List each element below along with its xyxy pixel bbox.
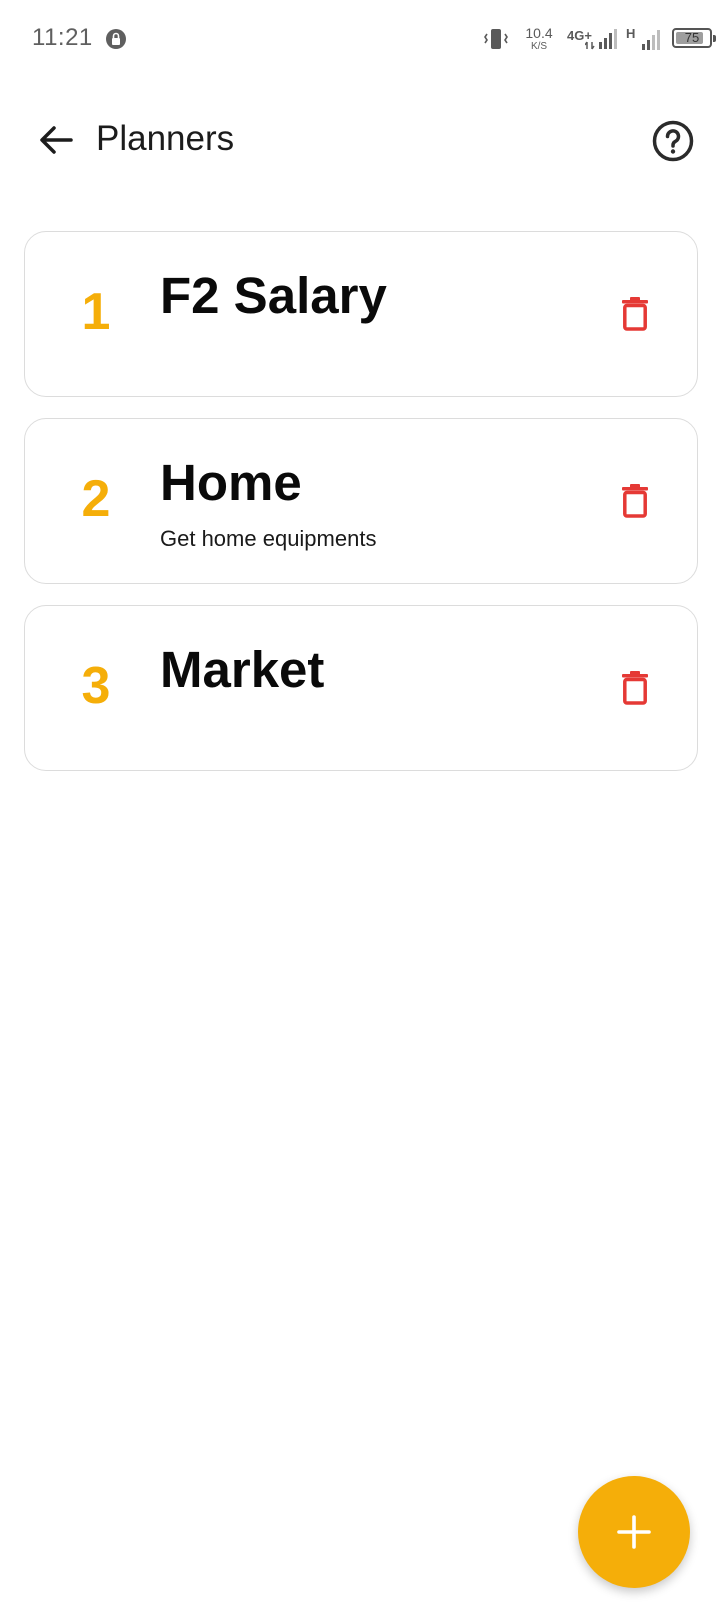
app-bar: Planners xyxy=(0,100,720,180)
vpn-icon xyxy=(106,29,126,49)
planner-name: F2 Salary xyxy=(160,267,387,324)
status-right-group: 10.4 K/S 4G+ H 75 xyxy=(440,0,720,82)
signal-secondary-icon xyxy=(642,30,660,50)
network-type-secondary: H xyxy=(626,26,636,41)
help-button[interactable] xyxy=(650,118,696,164)
back-button[interactable] xyxy=(28,116,84,164)
battery-icon: 75 xyxy=(672,28,716,48)
planner-name: Market xyxy=(160,641,325,698)
planner-description: Get home equipments xyxy=(160,526,377,551)
planner-index: 3 xyxy=(81,657,111,715)
delete-planner-button[interactable] xyxy=(615,664,655,712)
trash-icon xyxy=(622,297,648,331)
trash-icon xyxy=(622,671,648,705)
network-speed-value: 10.4 xyxy=(525,25,553,41)
battery-level: 75 xyxy=(684,30,700,45)
delete-planner-button[interactable] xyxy=(615,477,655,525)
add-planner-button[interactable] xyxy=(578,1476,690,1588)
vibrate-icon xyxy=(484,29,508,49)
help-circle-icon xyxy=(652,120,694,162)
planner-index: 2 xyxy=(81,470,111,528)
plus-icon xyxy=(617,1515,651,1549)
planner-name: Home xyxy=(160,454,302,511)
network-speed-unit: K/S xyxy=(530,41,548,52)
planner-card[interactable]: 3 Market xyxy=(24,605,698,771)
delete-planner-button[interactable] xyxy=(615,290,655,338)
arrow-left-icon xyxy=(40,126,73,154)
trash-icon xyxy=(622,484,648,518)
planner-card[interactable]: 2 Home Get home equipments xyxy=(24,418,698,584)
signal-icon xyxy=(585,29,617,50)
planner-index: 1 xyxy=(81,283,111,341)
planner-list: 1 F2 Salary 2 Home Get home equipments 3… xyxy=(24,231,698,792)
status-bar: 11:21 10.4 K/S 4G+ H 75 xyxy=(0,0,720,82)
status-time: 11:21 xyxy=(32,24,93,51)
planner-card[interactable]: 1 F2 Salary xyxy=(24,231,698,397)
page-title: Planners xyxy=(96,119,235,158)
network-speed: 10.4 K/S xyxy=(521,26,557,52)
